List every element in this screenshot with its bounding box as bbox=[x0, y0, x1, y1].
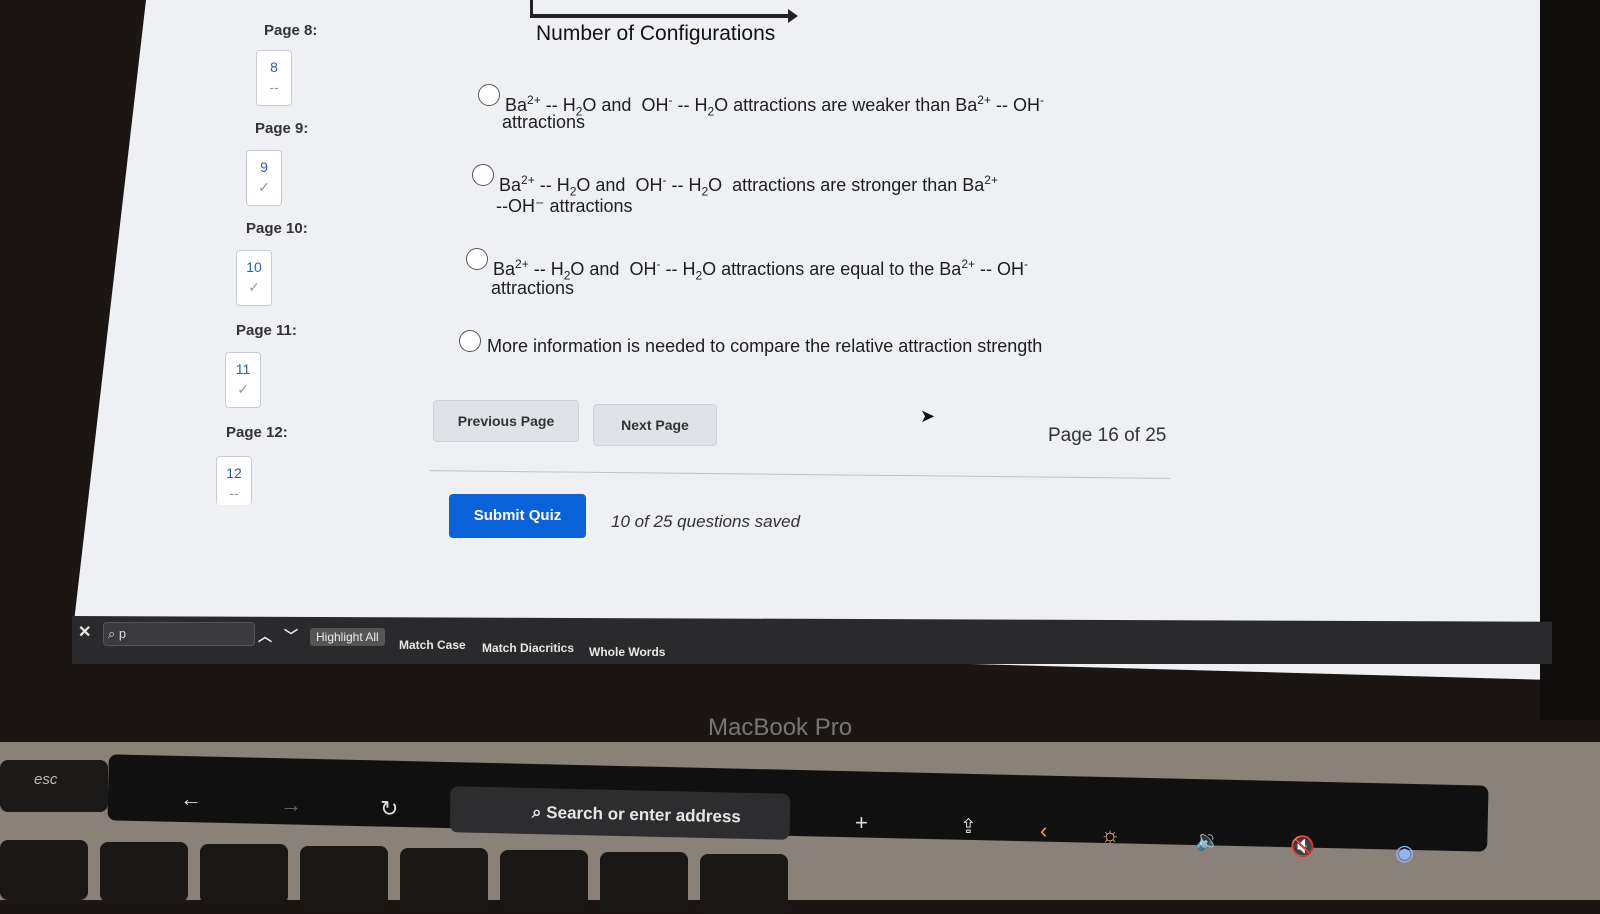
close-icon[interactable]: ✕ bbox=[78, 622, 91, 642]
key-2[interactable] bbox=[200, 844, 288, 904]
brightness-icon[interactable]: ☼ bbox=[1100, 822, 1120, 848]
unanswered-status: -- bbox=[229, 485, 239, 501]
page-link-8[interactable]: 8 -- bbox=[256, 50, 292, 106]
brightness-down-icon[interactable]: ‹ bbox=[1040, 818, 1047, 844]
reload-icon[interactable]: ↻ bbox=[380, 796, 398, 822]
page-number: 9 bbox=[260, 159, 268, 175]
new-tab-icon[interactable]: + bbox=[855, 810, 868, 836]
page-label-9: Page 9: bbox=[255, 120, 309, 137]
option-2-text-cont: --OH⁻ attractions bbox=[496, 196, 633, 216]
search-icon: ⌕ bbox=[531, 802, 547, 822]
page-link-9[interactable]: 9 ✓ bbox=[246, 150, 282, 206]
page-indicator: Page 16 of 25 bbox=[1048, 425, 1167, 446]
checkmark-icon: ✓ bbox=[258, 179, 270, 195]
volume-icon[interactable]: 🔉 bbox=[1195, 828, 1220, 853]
mute-icon[interactable]: 🔇 bbox=[1290, 834, 1315, 859]
key-3[interactable] bbox=[300, 846, 388, 906]
key-6[interactable] bbox=[600, 852, 688, 912]
key-5[interactable] bbox=[500, 850, 588, 910]
checkmark-icon: ✓ bbox=[237, 381, 249, 397]
key-tilde[interactable] bbox=[0, 840, 88, 900]
key-4[interactable] bbox=[400, 848, 488, 908]
page-label-10: Page 10: bbox=[246, 220, 308, 237]
option-1-radio[interactable] bbox=[478, 84, 500, 106]
esc-key[interactable]: esc bbox=[0, 760, 108, 812]
submit-quiz-button[interactable]: Submit Quiz bbox=[449, 494, 586, 538]
search-icon: ⌕ bbox=[108, 626, 116, 641]
find-query: p bbox=[118, 626, 127, 641]
back-arrow-icon[interactable]: ← bbox=[180, 786, 202, 812]
page-link-12[interactable]: 12 -- bbox=[216, 456, 252, 505]
option-3-text-cont: attractions bbox=[491, 278, 575, 298]
match-diacritics-toggle[interactable]: Match Diacritics bbox=[482, 641, 574, 655]
option-1-text: Ba2+ -- H2O and OH- -- H2O attractions a… bbox=[505, 93, 1044, 119]
saved-status: 10 of 25 questions saved bbox=[611, 512, 801, 531]
graph-axis-label: Number of Configurations bbox=[536, 22, 776, 45]
option-2-radio[interactable] bbox=[472, 164, 494, 186]
page-number: 12 bbox=[226, 465, 242, 481]
checkmark-icon: ✓ bbox=[248, 279, 260, 295]
option-4-radio[interactable] bbox=[459, 330, 481, 352]
page-number: 11 bbox=[235, 361, 251, 377]
page-label-12: Page 12: bbox=[226, 424, 288, 441]
whole-words-toggle[interactable]: Whole Words bbox=[589, 645, 665, 659]
screen-bezel bbox=[1540, 0, 1600, 720]
forward-arrow-icon[interactable]: → bbox=[280, 792, 302, 818]
find-input[interactable]: ⌕ p bbox=[103, 622, 255, 646]
option-4-text: More information is needed to compare th… bbox=[487, 336, 1043, 356]
page-link-10[interactable]: 10 ✓ bbox=[236, 250, 272, 306]
previous-page-button[interactable]: Previous Page bbox=[433, 400, 579, 442]
chevron-up-icon[interactable]: ︿ bbox=[258, 626, 272, 646]
key-1[interactable] bbox=[100, 842, 188, 902]
chevron-down-icon[interactable]: ﹀ bbox=[284, 626, 298, 646]
highlight-all-button[interactable]: Highlight All bbox=[310, 628, 385, 646]
next-page-button[interactable]: Next Page bbox=[593, 404, 717, 446]
option-1-text-cont: attractions bbox=[502, 112, 586, 132]
page-label-11: Page 11: bbox=[236, 322, 297, 339]
siri-icon[interactable]: ◉ bbox=[1395, 840, 1414, 866]
page-number: 8 bbox=[270, 59, 278, 75]
option-3-radio[interactable] bbox=[466, 248, 488, 270]
share-icon[interactable]: ⇪ bbox=[960, 814, 977, 839]
unanswered-status: -- bbox=[269, 79, 279, 95]
mouse-cursor-icon: ➤ bbox=[920, 406, 936, 426]
page-number: 10 bbox=[246, 259, 262, 275]
page-label-8: Page 8: bbox=[264, 22, 318, 39]
match-case-toggle[interactable]: Match Case bbox=[399, 638, 466, 652]
graph-axis-arrow bbox=[530, 9, 798, 23]
device-label: MacBook Pro bbox=[708, 714, 853, 741]
page-link-11[interactable]: 11 ✓ bbox=[225, 352, 261, 408]
key-7[interactable] bbox=[700, 854, 788, 914]
